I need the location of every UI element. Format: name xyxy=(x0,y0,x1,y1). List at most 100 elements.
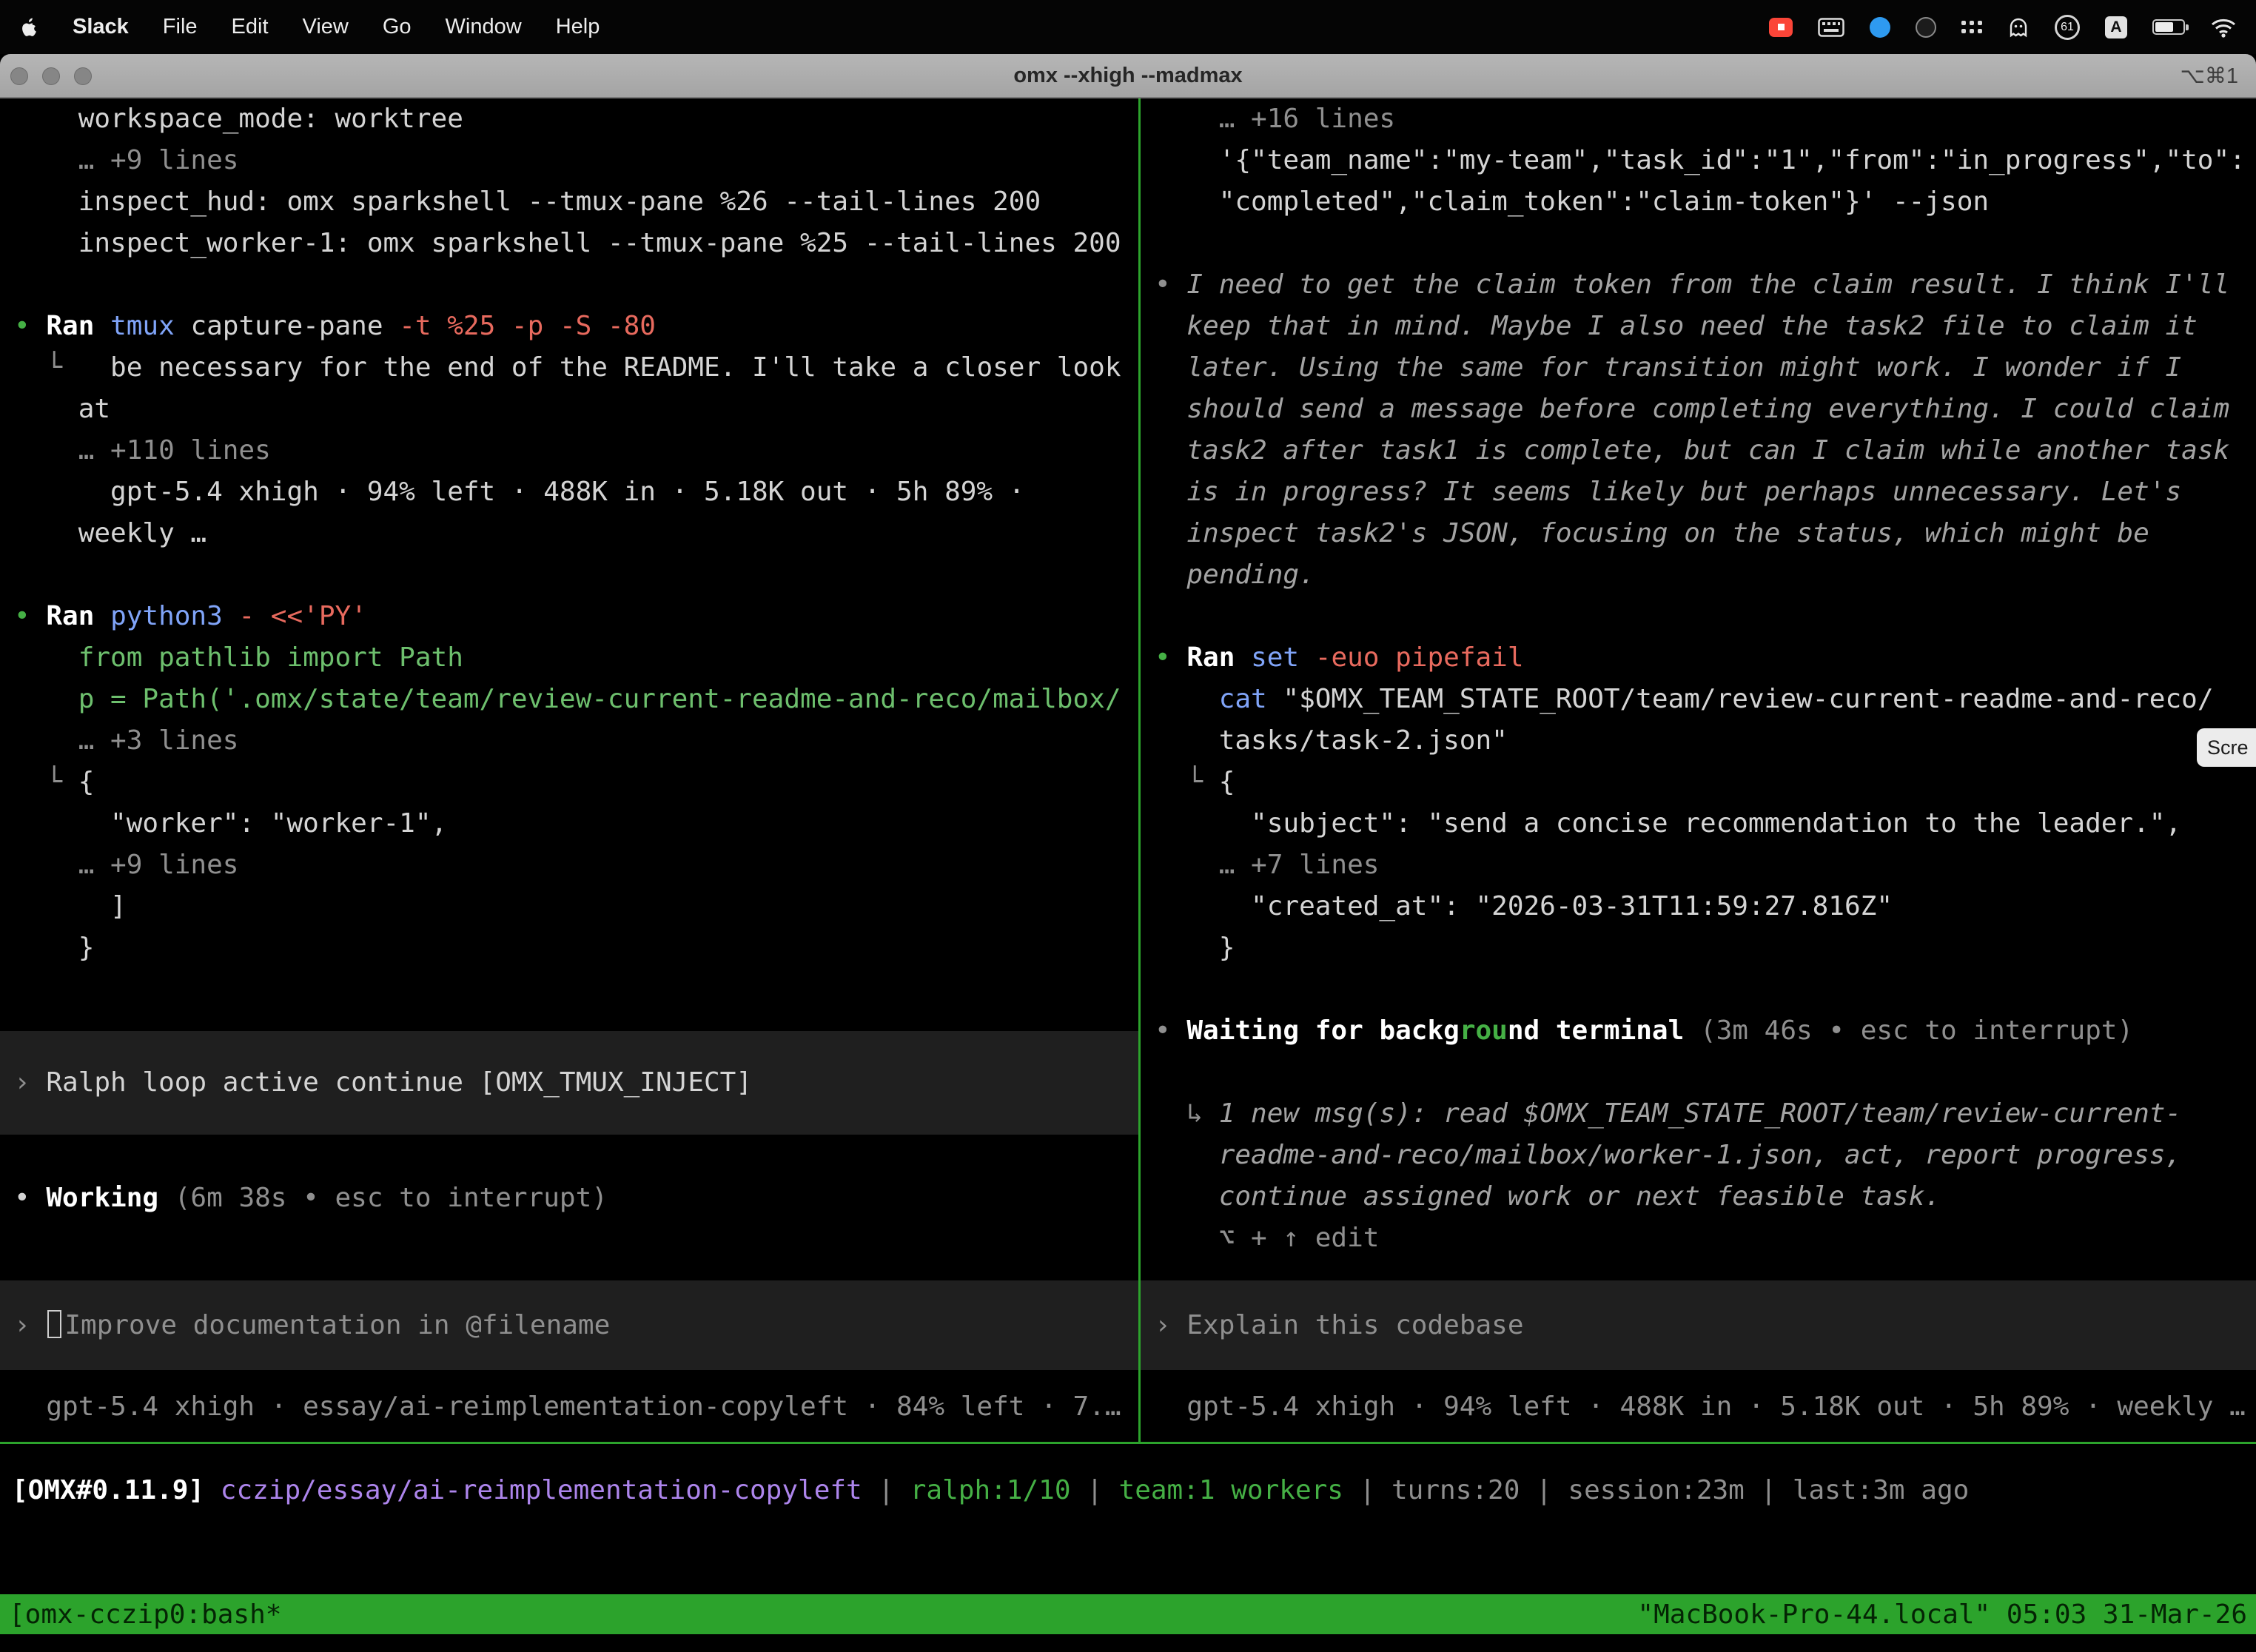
terminal-line xyxy=(14,554,1138,596)
window-title: omx --xhigh --madmax xyxy=(1013,64,1242,88)
prompt-chevron-icon: › xyxy=(14,1310,46,1340)
terminal-line: └ { xyxy=(1155,762,2256,803)
minimize-button[interactable] xyxy=(42,67,60,85)
terminal-line: • Ran python3 - <<'PY' xyxy=(14,596,1138,637)
terminal-line: … +110 lines xyxy=(14,430,1138,471)
terminal-line: … +9 lines xyxy=(14,140,1138,181)
terminal-line: • Ran set -euo pipefail xyxy=(1155,637,2256,679)
right-pane[interactable]: … +16 lines '{"team_name":"my-team","tas… xyxy=(1141,98,2256,1442)
terminal-line: at xyxy=(14,389,1138,430)
menu-item-edit[interactable]: Edit xyxy=(232,15,269,39)
window-titlebar[interactable]: omx --xhigh --madmax ⌥⌘1 xyxy=(0,54,2256,98)
terminal-line: ↳ 1 new msg(s): read $OMX_TEAM_STATE_ROO… xyxy=(1155,1093,2256,1135)
prompt-text: Explain this codebase xyxy=(1186,1310,1523,1340)
window-shortcut: ⌥⌘1 xyxy=(2180,54,2238,97)
screen-notification-text: Scre xyxy=(2207,736,2249,759)
grid-dots-icon[interactable] xyxy=(1961,21,1982,33)
input-source-icon[interactable]: A xyxy=(2105,16,2127,38)
pane-divider-horizontal[interactable] xyxy=(0,1442,2256,1444)
menu-item-help[interactable]: Help xyxy=(556,15,600,39)
terminal-line xyxy=(1155,969,2256,1010)
prompt-chevron-icon: › xyxy=(1155,1310,1186,1340)
terminal-line: … +3 lines xyxy=(14,720,1138,762)
ralph-loop-banner: › Ralph loop active continue [OMX_TMUX_I… xyxy=(0,1031,1138,1135)
pane-divider-vertical[interactable] xyxy=(1138,98,1141,1442)
battery-icon[interactable] xyxy=(2152,19,2185,35)
blue-app-icon[interactable] xyxy=(1870,17,1890,38)
terminal-line: inspect task2's JSON, focusing on the st… xyxy=(1155,513,2256,554)
tmux-status-bar: [omx-cczip0:bash* "MacBook-Pro-44.local"… xyxy=(0,1594,2256,1634)
tmux-session-name: [omx-cczip0:bash* xyxy=(9,1599,281,1630)
terminal-line: … +7 lines xyxy=(1155,845,2256,886)
terminal-line: "subject": "send a concise recommendatio… xyxy=(1155,803,2256,845)
terminal-line xyxy=(1155,223,2256,264)
menu-item-go[interactable]: Go xyxy=(383,15,412,39)
prompt-placeholder: Improve documentation in @filename xyxy=(64,1310,610,1340)
prompt-input-left[interactable]: › Improve documentation in @filename xyxy=(0,1280,1138,1370)
gauge-value: 61 xyxy=(2061,21,2074,34)
terminal-line: › Ralph loop active continue [OMX_TMUX_I… xyxy=(14,1062,1138,1104)
menu-item-view[interactable]: View xyxy=(303,15,349,39)
menu-item-file[interactable]: File xyxy=(163,15,198,39)
terminal-line: └ { xyxy=(14,762,1138,803)
terminal-line: • Working (6m 38s • esc to interrupt) xyxy=(14,1178,1138,1219)
screen-record-icon[interactable] xyxy=(1769,18,1793,37)
prompt-input-right[interactable]: › Explain this codebase xyxy=(1141,1280,2256,1370)
screen-notification[interactable]: Scre xyxy=(2197,728,2256,767)
terminal-line: • Ran tmux capture-pane -t %25 -p -S -80 xyxy=(14,306,1138,347)
terminal-line: ⌥ + ↑ edit xyxy=(1155,1218,2256,1259)
wifi-icon[interactable] xyxy=(2210,17,2237,38)
terminal-line: '{"team_name":"my-team","task_id":"1","f… xyxy=(1155,140,2256,181)
terminal-line: cat "$OMX_TEAM_STATE_ROOT/team/review-cu… xyxy=(1155,679,2256,720)
terminal-line: "worker": "worker-1", xyxy=(14,803,1138,845)
terminal-line: "completed","claim_token":"claim-token"}… xyxy=(1155,181,2256,223)
input-source-label: A xyxy=(2110,19,2121,36)
pane-footer-left: gpt-5.4 xhigh · essay/ai-reimplementatio… xyxy=(0,1386,1138,1428)
terminal-line: weekly … xyxy=(14,513,1138,554)
terminal-line: workspace_mode: worktree xyxy=(14,98,1138,140)
terminal-line xyxy=(1155,596,2256,637)
terminal-line: tasks/task-2.json" xyxy=(1155,720,2256,762)
menu-app-name[interactable]: Slack xyxy=(73,15,129,39)
terminal-line: } xyxy=(14,927,1138,969)
terminal-window: workspace_mode: worktree … +9 lines insp… xyxy=(0,98,2256,1652)
terminal-line: inspect_worker-1: omx sparkshell --tmux-… xyxy=(14,223,1138,264)
terminal-line: should send a message before completing … xyxy=(1155,389,2256,430)
terminal-line: task2 after task1 is complete, but can I… xyxy=(1155,430,2256,471)
close-button[interactable] xyxy=(10,67,28,85)
ralph-loop-text: › Ralph loop active continue [OMX_TMUX_I… xyxy=(0,1062,1138,1104)
battery-gauge-icon[interactable]: 61 xyxy=(2055,15,2080,40)
terminal-line xyxy=(14,264,1138,306)
menu-bar: Slack File Edit View Go Window Help 61 A xyxy=(0,0,2256,54)
terminal-line: • I need to get the claim token from the… xyxy=(1155,264,2256,306)
terminal-line: … +16 lines xyxy=(1155,98,2256,140)
right-pane-lines: … +16 lines '{"team_name":"my-team","tas… xyxy=(1141,98,2256,1259)
terminal-line: … +9 lines xyxy=(14,845,1138,886)
apple-menu-icon[interactable] xyxy=(19,16,38,38)
ghost-icon[interactable] xyxy=(2007,16,2030,38)
terminal-line: "created_at": "2026-03-31T11:59:27.816Z" xyxy=(1155,886,2256,927)
dark-app-icon[interactable] xyxy=(1916,17,1936,38)
terminal-line: keep that in mind. Maybe I also need the… xyxy=(1155,306,2256,347)
pane-footer-right: gpt-5.4 xhigh · 94% left · 488K in · 5.1… xyxy=(1141,1386,2256,1428)
terminal-line: from pathlib import Path xyxy=(14,637,1138,679)
terminal-line: • Waiting for background terminal (3m 46… xyxy=(1155,1010,2256,1052)
working-status-line: • Working (6m 38s • esc to interrupt) xyxy=(0,1178,1138,1219)
menu-item-window[interactable]: Window xyxy=(446,15,522,39)
traffic-lights xyxy=(10,67,92,85)
omx-status-line: [OMX#0.11.9] cczip/essay/ai-reimplementa… xyxy=(0,1470,2256,1511)
terminal-line: └ be necessary for the end of the README… xyxy=(14,347,1138,389)
left-pane[interactable]: workspace_mode: worktree … +9 lines insp… xyxy=(0,98,1138,1442)
terminal-line: is in progress? It seems likely but perh… xyxy=(1155,471,2256,513)
terminal-line: readme-and-reco/mailbox/worker-1.json, a… xyxy=(1155,1135,2256,1176)
text-cursor xyxy=(47,1310,61,1338)
keyboard-icon[interactable] xyxy=(1818,18,1844,37)
tmux-host-clock: "MacBook-Pro-44.local" 05:03 31-Mar-26 xyxy=(1637,1599,2247,1630)
terminal-line: ] xyxy=(14,886,1138,927)
terminal-line: } xyxy=(1155,927,2256,969)
zoom-button[interactable] xyxy=(74,67,92,85)
terminal-line: continue assigned work or next feasible … xyxy=(1155,1176,2256,1218)
left-pane-lines: workspace_mode: worktree … +9 lines insp… xyxy=(0,98,1138,969)
terminal-line: p = Path('.omx/state/team/review-current… xyxy=(14,679,1138,720)
terminal-line: pending. xyxy=(1155,554,2256,596)
